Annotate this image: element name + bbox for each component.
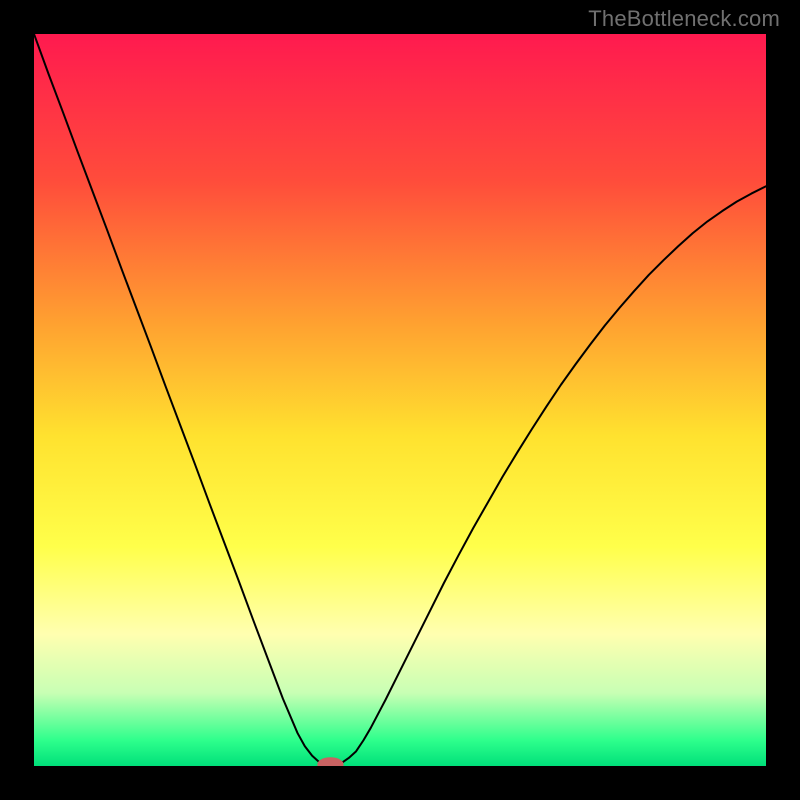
watermark-text: TheBottleneck.com bbox=[588, 6, 780, 32]
plot-area bbox=[34, 34, 766, 766]
chart-svg bbox=[34, 34, 766, 766]
chart-frame: TheBottleneck.com bbox=[0, 0, 800, 800]
gradient-background bbox=[34, 34, 766, 766]
